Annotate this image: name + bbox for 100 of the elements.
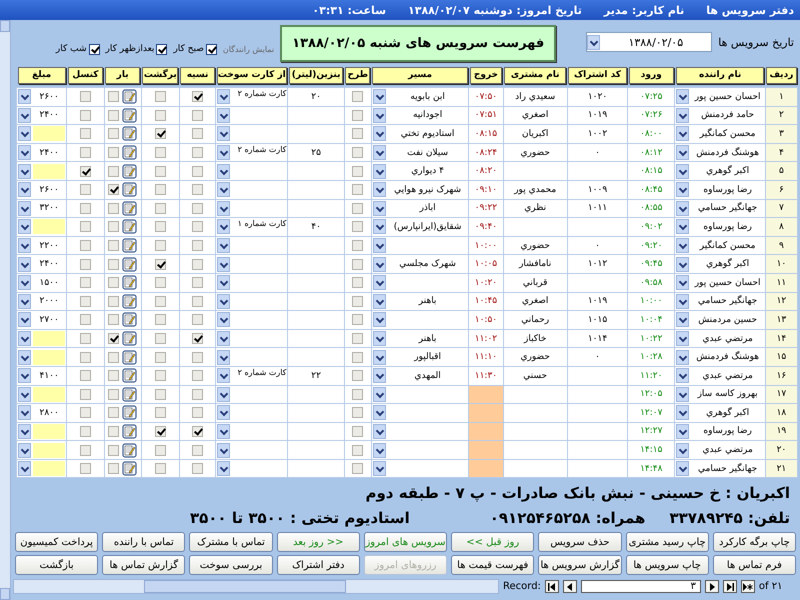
checkbox[interactable] bbox=[80, 426, 91, 437]
checkbox[interactable] bbox=[80, 314, 91, 326]
dropdown-button[interactable] bbox=[217, 350, 230, 365]
record-number-field[interactable]: ۳ bbox=[580, 580, 701, 594]
checkbox[interactable] bbox=[108, 202, 120, 214]
checkbox[interactable] bbox=[154, 258, 166, 270]
dropdown-button[interactable] bbox=[217, 312, 230, 328]
checkbox[interactable] bbox=[192, 147, 204, 158]
dropdown-button[interactable] bbox=[372, 442, 386, 458]
dropdown-button[interactable] bbox=[676, 461, 690, 476]
checkbox[interactable] bbox=[352, 110, 364, 121]
dropdown-button[interactable] bbox=[676, 331, 690, 346]
checkbox[interactable] bbox=[80, 221, 91, 232]
checkbox[interactable] bbox=[154, 91, 166, 102]
checkbox[interactable] bbox=[352, 91, 364, 102]
dropdown-button[interactable] bbox=[372, 386, 386, 402]
dropdown-button[interactable] bbox=[18, 256, 31, 272]
dropdown-button[interactable] bbox=[372, 145, 386, 160]
checkbox[interactable] bbox=[154, 370, 166, 382]
checkbox[interactable] bbox=[80, 240, 91, 252]
dropdown-button[interactable] bbox=[372, 164, 386, 179]
checkbox[interactable] bbox=[108, 166, 120, 177]
dropdown-button[interactable] bbox=[217, 164, 230, 179]
checkbox[interactable] bbox=[192, 128, 204, 140]
column-header[interactable]: مبلغ bbox=[18, 67, 66, 84]
dropdown-button[interactable] bbox=[372, 182, 386, 198]
dropdown-button[interactable] bbox=[676, 200, 690, 216]
checkbox[interactable] bbox=[352, 407, 364, 418]
checkbox[interactable] bbox=[108, 352, 120, 363]
dropdown-button[interactable] bbox=[217, 442, 230, 458]
dropdown-button[interactable] bbox=[217, 275, 230, 290]
checkbox[interactable] bbox=[80, 463, 91, 474]
dropdown-button[interactable] bbox=[18, 294, 31, 309]
checkbox[interactable] bbox=[352, 166, 364, 177]
date-field[interactable]: ۱۳۸۸/۰۲/۰۵ bbox=[586, 32, 712, 52]
dropdown-button[interactable] bbox=[372, 126, 386, 142]
dropdown-button[interactable] bbox=[18, 405, 31, 420]
dropdown-button[interactable] bbox=[217, 256, 230, 272]
checkbox[interactable] bbox=[352, 333, 364, 344]
checkbox[interactable] bbox=[108, 110, 120, 121]
checkbox[interactable] bbox=[352, 240, 364, 252]
column-header[interactable]: خروج bbox=[470, 67, 502, 84]
checkbox[interactable] bbox=[108, 277, 120, 288]
edit-icon[interactable] bbox=[122, 405, 138, 420]
checkbox[interactable] bbox=[352, 444, 364, 456]
dropdown-button[interactable] bbox=[676, 405, 690, 420]
dropdown-button[interactable] bbox=[372, 294, 386, 309]
dropdown-button[interactable] bbox=[217, 461, 230, 476]
dropdown-button[interactable] bbox=[217, 219, 230, 234]
checkbox[interactable] bbox=[192, 258, 204, 270]
dropdown-button[interactable] bbox=[676, 164, 690, 179]
action-button[interactable]: بررسی سوخت bbox=[189, 555, 273, 576]
checkbox[interactable] bbox=[192, 352, 204, 363]
column-header[interactable]: ورود bbox=[628, 67, 674, 84]
checkbox[interactable] bbox=[192, 407, 204, 418]
dropdown-button[interactable] bbox=[18, 89, 31, 104]
dropdown-button[interactable] bbox=[217, 368, 230, 384]
dropdown-button[interactable] bbox=[676, 294, 690, 309]
action-button[interactable]: فهرست قیمت ها bbox=[451, 555, 534, 576]
action-button[interactable]: گزارش تماس ها bbox=[102, 555, 186, 576]
checkbox[interactable] bbox=[192, 277, 204, 288]
checkbox[interactable] bbox=[80, 91, 91, 102]
dropdown-button[interactable] bbox=[18, 200, 31, 216]
dropdown-button[interactable] bbox=[217, 126, 230, 142]
checkbox[interactable] bbox=[108, 388, 120, 400]
checkbox[interactable] bbox=[352, 277, 364, 288]
column-header[interactable]: نام راننده bbox=[676, 67, 764, 84]
edit-icon[interactable] bbox=[122, 238, 138, 254]
dropdown-button[interactable] bbox=[217, 386, 230, 402]
checkbox[interactable] bbox=[352, 221, 364, 232]
column-header[interactable]: کنسل bbox=[68, 67, 104, 84]
checkbox[interactable] bbox=[192, 91, 204, 102]
dropdown-button[interactable] bbox=[18, 312, 31, 328]
checkbox[interactable] bbox=[154, 407, 166, 418]
edit-icon[interactable] bbox=[122, 219, 138, 234]
dropdown-button[interactable] bbox=[372, 238, 386, 254]
edit-icon[interactable] bbox=[122, 368, 138, 384]
checkbox[interactable] bbox=[154, 166, 166, 177]
checkbox[interactable] bbox=[352, 426, 364, 437]
checkbox[interactable] bbox=[352, 128, 364, 140]
checkbox[interactable] bbox=[108, 258, 120, 270]
new-record-icon[interactable] bbox=[740, 580, 755, 594]
action-button[interactable]: تماس با راننده bbox=[102, 532, 186, 552]
dropdown-button[interactable] bbox=[676, 108, 690, 123]
checkbox[interactable] bbox=[154, 296, 166, 307]
column-header[interactable]: بار bbox=[105, 67, 140, 84]
dropdown-button[interactable] bbox=[676, 350, 690, 365]
dropdown-button[interactable] bbox=[676, 126, 690, 142]
checkbox[interactable] bbox=[352, 202, 364, 214]
action-button[interactable]: تماس با مشترک bbox=[189, 532, 273, 552]
dropdown-button[interactable] bbox=[217, 145, 230, 160]
dropdown-button[interactable] bbox=[676, 368, 690, 384]
checkbox[interactable] bbox=[352, 184, 364, 196]
checkbox[interactable] bbox=[192, 370, 204, 382]
dropdown-button[interactable] bbox=[372, 461, 386, 476]
checkbox[interactable] bbox=[80, 147, 91, 158]
edit-icon[interactable] bbox=[122, 442, 138, 458]
edit-icon[interactable] bbox=[122, 164, 138, 179]
checkbox[interactable] bbox=[154, 110, 166, 121]
checkbox[interactable] bbox=[80, 166, 91, 177]
